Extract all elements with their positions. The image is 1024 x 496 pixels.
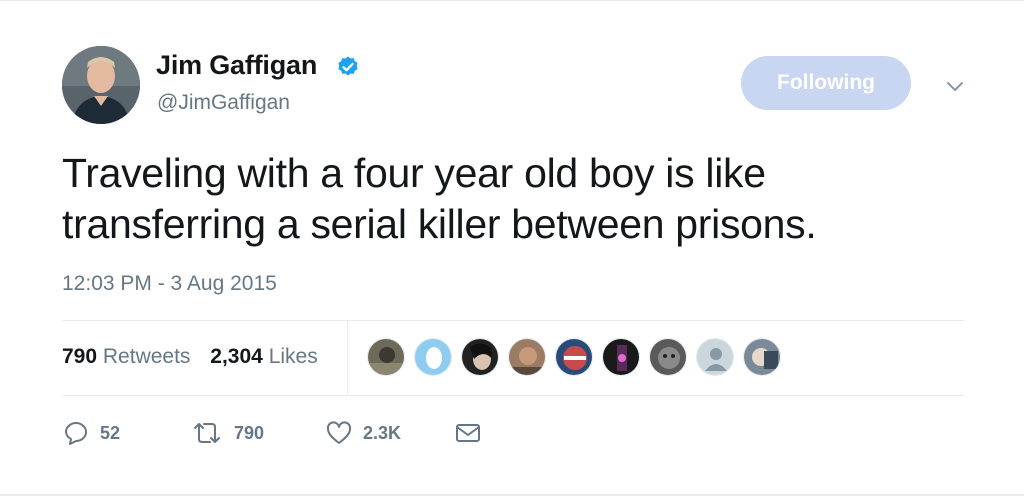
retweets-label: Retweets	[102, 345, 191, 368]
verified-badge-icon	[338, 56, 358, 76]
chevron-down-icon[interactable]	[942, 74, 968, 100]
retweets-stat[interactable]: 790 Retweets	[62, 345, 196, 368]
tweet-timestamp[interactable]: 12:03 PM - 3 Aug 2015	[62, 272, 277, 296]
top-border	[0, 0, 1024, 1]
envelope-icon	[456, 424, 480, 442]
liker-avatar[interactable]	[508, 338, 546, 376]
author-handle[interactable]: @JimGaffigan	[157, 91, 290, 115]
reply-icon	[65, 422, 87, 445]
retweets-count: 790	[62, 345, 98, 368]
retweet-icon	[194, 423, 220, 443]
liker-avatar[interactable]	[602, 338, 640, 376]
liker-avatar[interactable]	[414, 338, 452, 376]
tweet-text: Traveling with a four year old boy is li…	[62, 148, 962, 250]
divider	[62, 395, 965, 396]
retweet-action[interactable]: 790	[190, 418, 264, 448]
liker-avatar[interactable]	[743, 338, 781, 376]
liker-avatar[interactable]	[461, 338, 499, 376]
likes-label: Likes	[268, 345, 318, 368]
liker-avatars	[367, 338, 790, 378]
author-avatar[interactable]	[62, 46, 140, 124]
author-name[interactable]: Jim Gaffigan	[156, 50, 317, 81]
following-button[interactable]: Following	[741, 56, 911, 110]
reply-count: 52	[100, 422, 121, 443]
engagement-stats: 790 Retweets 2,304 Likes	[62, 345, 332, 369]
like-count: 2.3K	[363, 422, 402, 443]
heart-icon	[326, 421, 352, 444]
likes-stat[interactable]: 2,304 Likes	[210, 345, 317, 368]
likes-count: 2,304	[210, 345, 263, 368]
reply-action[interactable]: 52	[62, 418, 120, 448]
retweet-count: 790	[234, 422, 265, 443]
like-action[interactable]: 2.3K	[325, 418, 401, 448]
divider	[62, 320, 965, 321]
tweet-text-line-1: Traveling with a four year old boy is li…	[62, 150, 766, 196]
direct-message-action[interactable]	[454, 418, 482, 448]
liker-avatar[interactable]	[555, 338, 593, 376]
liker-avatar[interactable]	[649, 338, 687, 376]
liker-avatar[interactable]	[696, 338, 734, 376]
tweet-text-line-2: transferring a serial killer between pri…	[62, 201, 817, 247]
liker-avatar[interactable]	[367, 338, 405, 376]
stats-divider	[347, 321, 348, 395]
